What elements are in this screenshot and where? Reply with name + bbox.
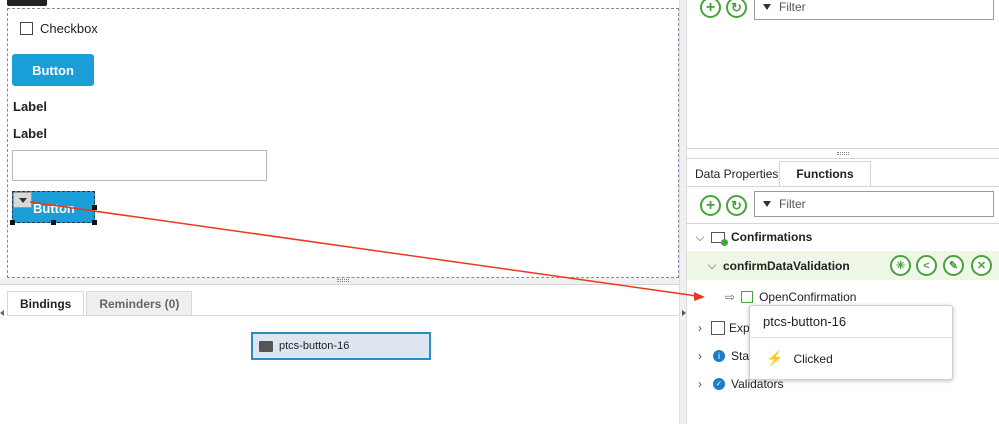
dropdown-triangle-icon: [18, 197, 27, 203]
event-source-popup: ptcs-button-16 ⚡ Clicked: [749, 305, 953, 380]
edit-icon[interactable]: ✎: [943, 255, 964, 276]
selected-button-widget[interactable]: Button: [12, 191, 95, 223]
refresh-button-top[interactable]: ↻: [726, 0, 747, 18]
share-icon[interactable]: <: [916, 255, 937, 276]
tabs-divider: [7, 315, 678, 316]
tab-data-properties[interactable]: Data Properties: [687, 161, 786, 186]
textbox-widget[interactable]: [12, 150, 267, 181]
collapse-left-icon[interactable]: [0, 310, 4, 316]
lightning-icon: ⚡: [766, 350, 784, 366]
bindings-tab-strip: Bindings Reminders (0): [7, 291, 194, 315]
filter-input[interactable]: Filter: [754, 191, 994, 217]
button-widget[interactable]: Button: [12, 54, 94, 86]
mashup-canvas: Checkbox Button Label Label Button Bindi…: [0, 0, 686, 424]
chevron-right-icon: ›: [698, 377, 702, 391]
selected-button-label: Button: [33, 201, 75, 216]
filter-icon: [763, 201, 771, 207]
right-divider-2: [687, 158, 999, 159]
confirmations-label: Confirmations: [731, 230, 813, 244]
button-widget-icon: [259, 340, 273, 352]
delete-icon[interactable]: ✕: [971, 255, 992, 276]
event-item-clicked[interactable]: ⚡ Clicked: [766, 350, 833, 367]
calculator-icon: [711, 321, 725, 335]
check-circle-icon: ✓: [713, 378, 725, 390]
filter-icon: [763, 4, 771, 10]
chevron-down-icon: ⌵: [695, 229, 705, 244]
info-icon: i: [713, 350, 725, 362]
status-label: Sta: [731, 349, 750, 363]
event-icon: [741, 291, 754, 303]
canvas-top-fragment: [7, 0, 47, 6]
filter-input-top[interactable]: Filter: [754, 0, 994, 20]
arrow-right-icon: ⇨: [725, 290, 736, 304]
resize-handle-br[interactable]: [92, 220, 97, 225]
resize-handle-tr[interactable]: [92, 205, 97, 210]
open-confirmation-label: OpenConfirmation: [759, 290, 857, 304]
tab-reminders[interactable]: Reminders (0): [86, 291, 193, 315]
label-widget-2[interactable]: Label: [13, 126, 47, 141]
label-widget-1[interactable]: Label: [13, 99, 47, 114]
confirm-validation-label: confirmDataValidation: [723, 258, 850, 273]
chevron-right-icon: ›: [698, 349, 702, 363]
tree-item-confirmations[interactable]: ⌵ Confirmations: [687, 224, 999, 250]
right-divider-1: [687, 148, 999, 149]
add-function-button[interactable]: +: [700, 195, 721, 216]
tab-functions[interactable]: Functions: [779, 161, 871, 186]
button-widget-label: Button: [32, 62, 74, 78]
add-button-top[interactable]: +: [700, 0, 721, 18]
event-label: Clicked: [793, 351, 833, 366]
splitter-grip-icon: [337, 279, 349, 282]
binding-source-label: ptcs-button-16: [279, 340, 350, 352]
confirmations-icon: [711, 231, 728, 246]
checkbox-label: Checkbox: [40, 21, 98, 36]
vertical-splitter[interactable]: [679, 0, 687, 424]
chevron-down-icon: ⌵: [707, 258, 717, 272]
expressions-label: Exp: [729, 321, 750, 335]
refresh-button[interactable]: ↻: [726, 195, 747, 216]
filter-placeholder-top: Filter: [779, 0, 806, 14]
resize-handle-bl[interactable]: [10, 220, 15, 225]
splitter-grip-icon-right[interactable]: [837, 152, 849, 155]
configure-icon[interactable]: ✳: [890, 255, 911, 276]
binding-source-node[interactable]: ptcs-button-16: [251, 332, 431, 360]
checkbox[interactable]: [20, 22, 33, 35]
resize-handle-bm[interactable]: [51, 220, 56, 225]
chevron-right-icon: ›: [698, 321, 702, 335]
filter-placeholder: Filter: [779, 197, 806, 211]
canvas-container[interactable]: [7, 8, 679, 278]
tab-bindings[interactable]: Bindings: [7, 291, 85, 315]
popup-title: ptcs-button-16: [750, 306, 952, 338]
tabs-underline: [687, 186, 999, 187]
widget-menu-handle[interactable]: [13, 192, 32, 208]
splitter-arrow-icon: [682, 310, 686, 316]
